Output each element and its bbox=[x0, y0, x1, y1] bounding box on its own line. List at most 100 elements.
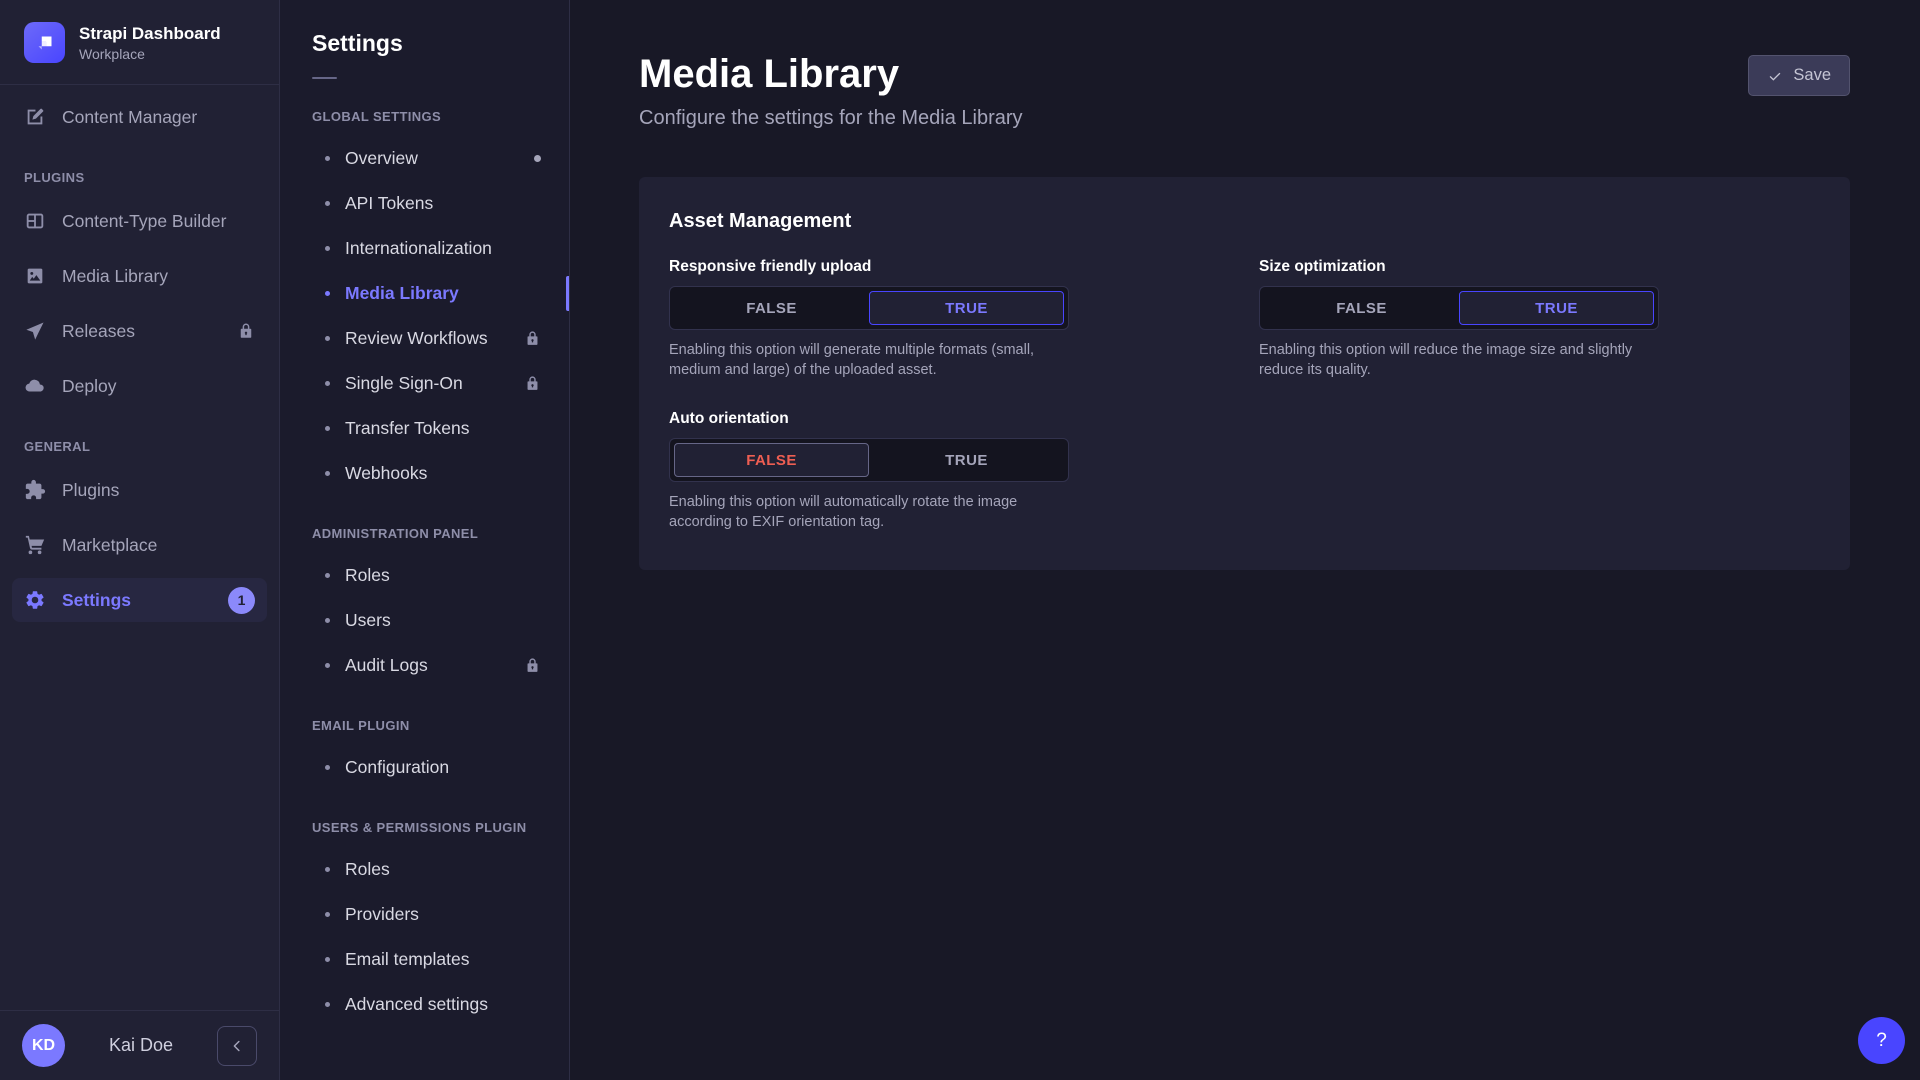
settings-nav-item-review-workflows[interactable]: Review Workflows bbox=[280, 316, 569, 361]
settings-sidebar-title: Settings bbox=[312, 30, 569, 57]
collapse-sidebar-button[interactable] bbox=[217, 1026, 257, 1066]
sidebar-item-label: Releases bbox=[62, 321, 135, 342]
chevron-left-icon bbox=[228, 1037, 246, 1055]
settings-nav-item-label: Audit Logs bbox=[345, 655, 428, 676]
bullet-icon bbox=[325, 1002, 330, 1007]
brand-subtitle: Workplace bbox=[79, 46, 221, 62]
sidebar-item-media-library[interactable]: Media Library bbox=[12, 254, 267, 298]
settings-nav-item-internationalization[interactable]: Internationalization bbox=[280, 226, 569, 271]
settings-nav-item-advanced-settings[interactable]: Advanced settings bbox=[280, 982, 569, 1027]
settings-nav-item-roles[interactable]: Roles bbox=[280, 553, 569, 598]
notifications-badge: 1 bbox=[228, 587, 255, 614]
settings-section-label-administration-panel: ADMINISTRATION PANEL bbox=[312, 526, 537, 541]
settings-nav-item-transfer-tokens[interactable]: Transfer Tokens bbox=[280, 406, 569, 451]
brand-title: Strapi Dashboard bbox=[79, 23, 221, 44]
bullet-icon bbox=[325, 336, 330, 341]
settings-nav-item-label: Review Workflows bbox=[345, 328, 488, 349]
auto-orientation-option-true[interactable]: TRUE bbox=[869, 443, 1064, 477]
title-divider bbox=[312, 77, 337, 79]
nav-section: Content Manager bbox=[12, 95, 267, 139]
settings-nav-item-configuration[interactable]: Configuration bbox=[280, 745, 569, 790]
bullet-icon bbox=[325, 573, 330, 578]
bullet-icon bbox=[325, 471, 330, 476]
responsive-friendly-upload-option-true[interactable]: TRUE bbox=[869, 291, 1064, 325]
check-icon bbox=[1767, 68, 1783, 84]
settings-nav-item-overview[interactable]: Overview bbox=[280, 136, 569, 181]
bullet-icon bbox=[325, 291, 330, 296]
sidebar-item-releases[interactable]: Releases bbox=[12, 309, 267, 353]
settings-nav-item-label: Roles bbox=[345, 859, 390, 880]
settings-nav-item-api-tokens[interactable]: API Tokens bbox=[280, 181, 569, 226]
field-label: Responsive friendly upload bbox=[669, 258, 1069, 276]
settings-nav-item-webhooks[interactable]: Webhooks bbox=[280, 451, 569, 496]
lock-icon bbox=[524, 375, 541, 392]
nav-section-label-plugins: PLUGINS bbox=[12, 150, 267, 199]
page-title-block: Media Library Configure the settings for… bbox=[639, 52, 1023, 130]
settings-nav-section: EMAIL PLUGIN Configuration bbox=[280, 718, 569, 790]
settings-nav-item-label: Roles bbox=[345, 565, 390, 586]
settings-nav-item-label: Providers bbox=[345, 904, 419, 925]
toggle-auto-orientation: FALSETRUE bbox=[669, 438, 1069, 482]
asset-management-card: Asset Management Responsive friendly upl… bbox=[639, 177, 1850, 570]
settings-nav-item-label: Email templates bbox=[345, 949, 470, 970]
bullet-icon bbox=[325, 156, 330, 161]
sidebar-item-label: Deploy bbox=[62, 376, 116, 397]
bullet-icon bbox=[325, 246, 330, 251]
settings-section-label-global-settings: GLOBAL SETTINGS bbox=[312, 109, 537, 124]
field-hint: Enabling this option will reduce the ima… bbox=[1259, 340, 1659, 380]
nav-section: GENERALPlugins Marketplace Settings 1 bbox=[12, 419, 267, 622]
brand-text: Strapi Dashboard Workplace bbox=[79, 23, 221, 62]
settings-nav-item-users[interactable]: Users bbox=[280, 598, 569, 643]
lock-icon bbox=[524, 330, 541, 347]
settings-nav-item-label: Media Library bbox=[345, 283, 459, 304]
sidebar-item-deploy[interactable]: Deploy bbox=[12, 364, 267, 408]
plugins-icon bbox=[24, 479, 46, 501]
settings-nav-item-media-library[interactable]: Media Library bbox=[280, 271, 569, 316]
settings-nav-item-email-templates[interactable]: Email templates bbox=[280, 937, 569, 982]
lock-icon bbox=[524, 657, 541, 674]
bullet-icon bbox=[325, 426, 330, 431]
settings-nav-item-roles[interactable]: Roles bbox=[280, 847, 569, 892]
settings-nav-item-label: Overview bbox=[345, 148, 418, 169]
settings-sidebar: Settings GLOBAL SETTINGS Overview API Toke… bbox=[280, 0, 570, 1080]
nav-section: PLUGINSContent-Type Builder Media Library… bbox=[12, 150, 267, 408]
settings-nav-item-audit-logs[interactable]: Audit Logs bbox=[280, 643, 569, 688]
sidebar-item-content-manager[interactable]: Content Manager bbox=[12, 95, 267, 139]
deploy-icon bbox=[24, 375, 46, 397]
strapi-logo-icon bbox=[24, 22, 65, 63]
lock-icon bbox=[237, 322, 255, 340]
settings-nav-section: ADMINISTRATION PANEL Roles Users Audit Logs bbox=[280, 526, 569, 688]
bullet-icon bbox=[325, 765, 330, 770]
settings-nav-item-label: Configuration bbox=[345, 757, 449, 778]
sidebar-item-label: Media Library bbox=[62, 266, 168, 287]
size-optimization-option-true[interactable]: TRUE bbox=[1459, 291, 1654, 325]
page-title: Media Library bbox=[639, 52, 1023, 96]
marketplace-icon bbox=[24, 534, 46, 556]
app-root: Strapi Dashboard Workplace Content Manag… bbox=[0, 0, 1920, 1080]
sidebar-item-label: Settings bbox=[62, 590, 131, 611]
size-optimization-option-false[interactable]: FALSE bbox=[1264, 291, 1459, 325]
auto-orientation-option-false[interactable]: FALSE bbox=[674, 443, 869, 477]
settings-section-label-email-plugin: EMAIL PLUGIN bbox=[312, 718, 537, 733]
page-subtitle: Configure the settings for the Media Lib… bbox=[639, 107, 1023, 130]
bullet-icon bbox=[325, 201, 330, 206]
settings-nav-item-label: Transfer Tokens bbox=[345, 418, 470, 439]
responsive-friendly-upload-option-false[interactable]: FALSE bbox=[674, 291, 869, 325]
sidebar-item-settings[interactable]: Settings 1 bbox=[12, 578, 267, 622]
sidebar-item-content-type-builder[interactable]: Content-Type Builder bbox=[12, 199, 267, 243]
help-button[interactable]: ? bbox=[1858, 1017, 1905, 1064]
field-label: Auto orientation bbox=[669, 410, 1069, 428]
sidebar-item-plugins[interactable]: Plugins bbox=[12, 468, 267, 512]
media-library-icon bbox=[24, 265, 46, 287]
main-sidebar: Strapi Dashboard Workplace Content Manag… bbox=[0, 0, 280, 1080]
avatar[interactable]: KD bbox=[22, 1024, 65, 1067]
settings-nav-item-providers[interactable]: Providers bbox=[280, 892, 569, 937]
content-type-builder-icon bbox=[24, 210, 46, 232]
nav-section-label-general: GENERAL bbox=[12, 419, 267, 468]
save-button[interactable]: Save bbox=[1748, 55, 1850, 96]
bullet-icon bbox=[325, 957, 330, 962]
sidebar-item-marketplace[interactable]: Marketplace bbox=[12, 523, 267, 567]
settings-nav-item-single-sign-on[interactable]: Single Sign-On bbox=[280, 361, 569, 406]
workplace-home-link[interactable]: Strapi Dashboard Workplace bbox=[0, 0, 279, 85]
field-auto-orientation: Auto orientationFALSETRUEEnabling this o… bbox=[669, 410, 1069, 532]
